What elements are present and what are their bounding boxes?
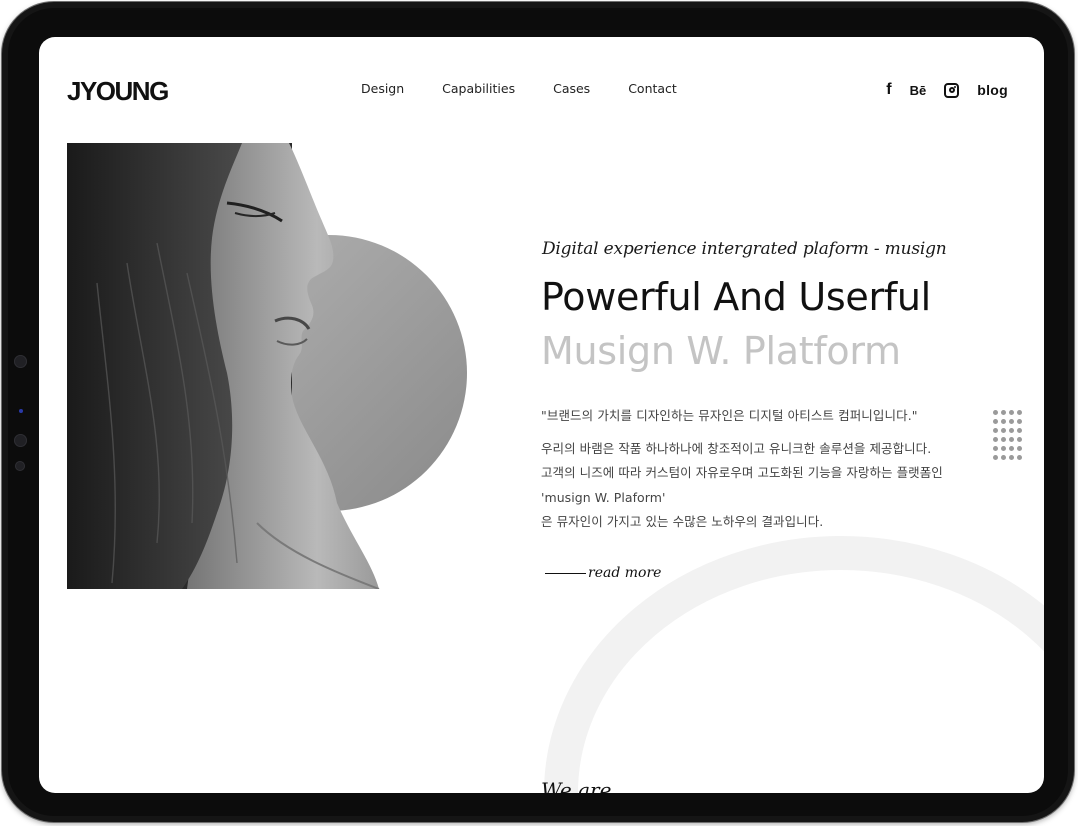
description-line: 고객의 니즈에 따라 커스텀이 자유로우며 고도화된 기능을 자랑하는 플랫폼인 xyxy=(541,465,943,481)
hero-portrait-image xyxy=(67,143,467,589)
nav-design[interactable]: Design xyxy=(361,81,404,96)
hero-tagline: Digital experience intergrated plaform -… xyxy=(542,239,947,259)
hero-description: 우리의 바램은 작품 하나하나에 창조적이고 유니크한 솔루션을 제공합니다. … xyxy=(541,437,991,534)
description-line: 우리의 바램은 작품 하나하나에 창조적이고 유니크한 솔루션을 제공합니다. xyxy=(541,441,932,456)
hero-headline: Powerful And Userful xyxy=(541,275,931,319)
read-more-line xyxy=(545,572,586,574)
blog-link[interactable]: blog xyxy=(977,82,1008,98)
side-button xyxy=(14,355,27,368)
nav-cases[interactable]: Cases xyxy=(553,81,590,96)
website-screen: JYOUNG Design Capabilities Cases Contact… xyxy=(39,37,1044,793)
site-logo[interactable]: JYOUNG xyxy=(67,76,169,107)
dot-grid-decoration xyxy=(993,410,1022,460)
behance-icon[interactable]: Bē xyxy=(910,83,927,98)
description-line: 은 뮤자인이 가지고 있는 수많은 노하우의 결과입니다. xyxy=(541,513,824,529)
next-section-heading: We are .... xyxy=(541,778,644,793)
instagram-icon[interactable] xyxy=(944,82,960,98)
camera-lens xyxy=(19,409,23,413)
read-more-label: read more xyxy=(588,565,662,581)
description-line: 'musign W. Plaform' xyxy=(541,489,666,505)
social-links: f Bē blog xyxy=(886,81,1008,99)
side-button xyxy=(14,434,27,447)
tablet-device-frame: JYOUNG Design Capabilities Cases Contact… xyxy=(2,2,1074,822)
nav-capabilities[interactable]: Capabilities xyxy=(442,81,515,96)
hero-quote: "브랜드의 가치를 디자인하는 뮤자인은 디지털 아티스트 컴퍼니입니다." xyxy=(541,408,918,423)
hero-subheadline: Musign W. Platform xyxy=(541,329,901,373)
main-nav: Design Capabilities Cases Contact xyxy=(361,81,677,96)
side-button xyxy=(15,461,25,471)
read-more-link[interactable]: read more xyxy=(545,565,661,581)
nav-contact[interactable]: Contact xyxy=(628,81,677,96)
facebook-icon[interactable]: f xyxy=(886,81,891,99)
